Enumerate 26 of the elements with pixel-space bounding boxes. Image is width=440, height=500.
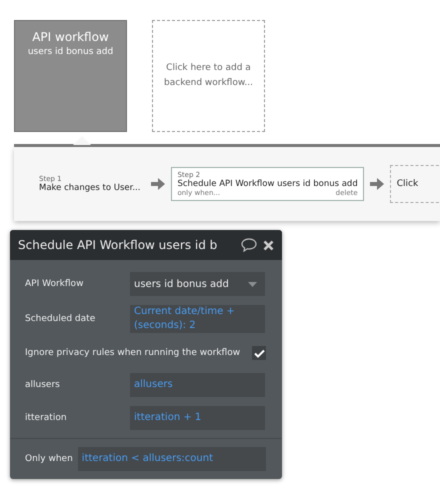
add-workflow-button[interactable]: Click here to add a backend workflow...: [152, 20, 265, 132]
comment-icon[interactable]: [241, 238, 257, 252]
field-label: Ignore privacy rules when running the workflow: [25, 348, 240, 358]
field-label: Only when: [25, 454, 73, 464]
arrow-icon: [151, 178, 166, 190]
checkbox[interactable]: [252, 346, 266, 360]
expression-field[interactable]: itteration + 1: [130, 406, 265, 430]
step-title: Make changes to User...: [39, 183, 140, 193]
close-icon[interactable]: [263, 240, 274, 250]
workflow-title: API workflow: [32, 30, 109, 44]
arrow-icon: [370, 178, 384, 190]
field-label: Scheduled date: [25, 314, 96, 324]
pointer-icon: [73, 136, 91, 145]
caret-icon: [248, 282, 257, 286]
field-label: API Workflow: [25, 279, 84, 289]
field-label: allusers: [25, 380, 61, 390]
condition-field[interactable]: itteration < allusers:count: [78, 447, 266, 471]
field-label: itteration: [25, 413, 68, 423]
workflow-dropdown[interactable]: users id bonus add: [130, 272, 265, 296]
add-step-button[interactable]: Click: [390, 165, 440, 203]
editor-title: Schedule API Workflow users id b: [18, 238, 218, 252]
expression-field[interactable]: Current date/time + (seconds): 2: [130, 305, 265, 333]
workflow-card[interactable]: API workflow users id bonus add: [14, 20, 127, 132]
expression-field[interactable]: allusers: [130, 373, 265, 397]
step-title: Schedule API Workflow users id bonus add: [177, 179, 358, 189]
workflow-subtitle: users id bonus add: [28, 47, 114, 57]
